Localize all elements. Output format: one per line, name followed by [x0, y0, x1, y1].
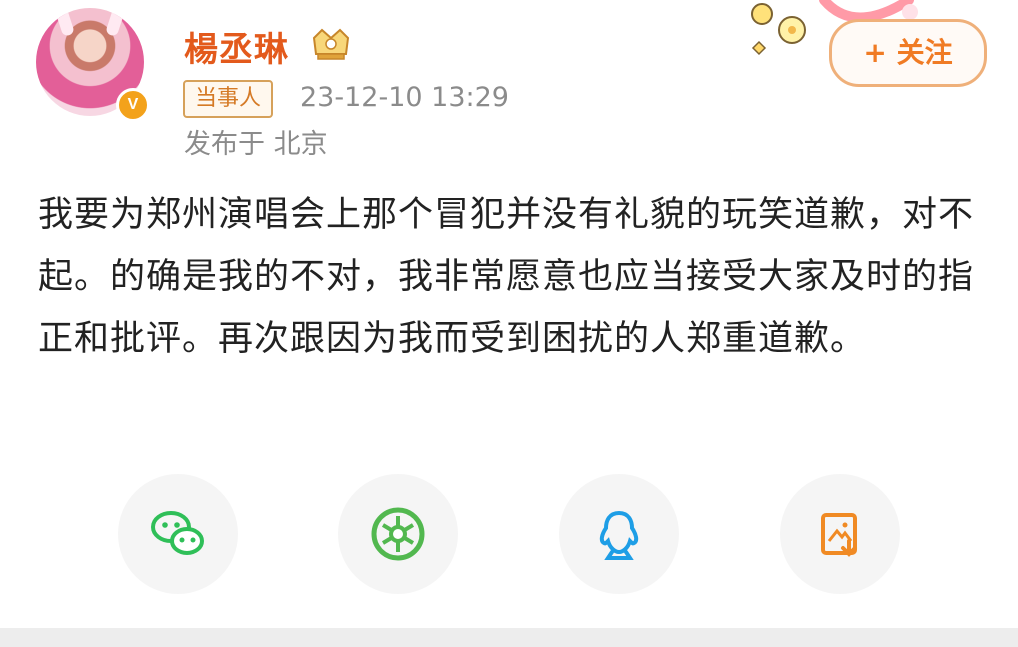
- qq-icon: [599, 510, 639, 560]
- post-location: 发布于 北京: [184, 129, 328, 160]
- save-image-button[interactable]: [780, 474, 900, 594]
- status-badge: 当事人: [183, 80, 274, 118]
- share-moments-button[interactable]: [338, 474, 458, 594]
- username[interactable]: 楊丞琳: [184, 22, 289, 71]
- wechat-icon: [151, 511, 204, 555]
- follow-button[interactable]: + 关注: [829, 19, 987, 87]
- bottom-bar: [0, 628, 1018, 647]
- verified-badge-icon: V: [116, 88, 150, 122]
- share-row: [0, 474, 1018, 594]
- moments-icon: [371, 507, 425, 561]
- avatar-container[interactable]: V: [36, 8, 152, 122]
- post-timestamp: 23-12-10 13:29: [300, 82, 509, 113]
- share-wechat-button[interactable]: [118, 474, 238, 594]
- save-image-icon: [821, 513, 857, 557]
- share-qq-button[interactable]: [559, 474, 679, 594]
- crown-icon: [312, 28, 350, 60]
- post-text: 我要为郑州演唱会上那个冒犯并没有礼貌的玩笑道歉，对不起。的确是我的不对，我非常愿…: [38, 195, 975, 359]
- post-header: V 楊丞琳 当事人 23-12-10 13:29 发布于 北京 + 关注: [0, 0, 1018, 170]
